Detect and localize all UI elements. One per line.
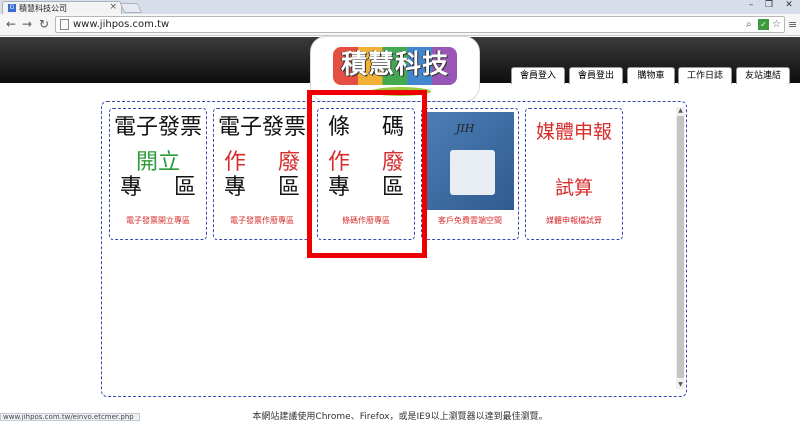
nav-member-logout[interactable]: 會員登出 [569,67,623,84]
bookmark-star-icon[interactable]: ☆ [772,18,781,31]
card-caption[interactable]: 電子發票作廢專區 [214,215,310,226]
card-char: 區 [173,175,196,200]
nav-member-login[interactable]: 會員登入 [511,67,565,84]
card-line: 開立 [135,150,180,175]
card-line: 專 區 [214,175,310,201]
scroll-down-icon[interactable]: ▼ [676,381,685,389]
card-line: 作 廢 [214,150,310,176]
address-bar[interactable]: www.jihpos.com.tw ⌕ ✓ ☆ [55,16,785,33]
card-einvoice-void[interactable]: 電子發票 作 廢 專 區 電子發票作廢專區 [213,108,311,240]
card-caption[interactable]: 客戶免費雲端空間 [422,215,518,226]
new-tab-button[interactable] [119,3,143,13]
browser-menu-icon[interactable]: ≡ [788,18,797,31]
card-char: 廢 [277,150,300,175]
close-window-icon[interactable]: ✕ [780,0,798,10]
highlight-box [307,90,427,258]
tab-close-icon[interactable]: × [109,2,117,12]
scrollbar[interactable]: ▲ ▼ [676,107,685,389]
card-cloud-space[interactable]: JIH 客戶免費雲端空間 [421,108,519,240]
card-line: 媒體申報 [535,121,612,143]
nav-links[interactable]: 友站連結 [736,67,790,84]
cloud-login-thumbnail: JIH [426,112,514,210]
favicon-icon: G [8,4,16,12]
reload-icon[interactable]: ↻ [37,17,51,31]
address-url: www.jihpos.com.tw [73,19,170,30]
card-char: 專 [120,175,143,200]
card-caption[interactable]: 電子發票開立專區 [110,215,206,226]
restore-icon[interactable]: ❐ [760,0,778,10]
card-line: 專 區 [110,175,206,201]
card-media-declaration[interactable]: 媒體申報 試算 媒體申報檔試算 [525,108,623,240]
card-char: 專 [224,175,247,200]
nav-work-log[interactable]: 工作日誌 [678,67,732,84]
card-caption[interactable]: 媒體申報檔試算 [526,215,622,226]
minimize-icon[interactable]: – [742,0,760,10]
thumbnail-login-panel [450,150,495,195]
extension-icon[interactable]: ✓ [758,19,769,30]
page-icon [60,19,69,30]
tab-strip: G 積慧科技公司 × – ❐ ✕ [0,0,800,14]
tab-title: 積慧科技公司 [19,4,67,13]
browser-tab[interactable]: G 積慧科技公司 × [2,1,122,14]
nav-cart[interactable]: 購物車 [627,67,675,84]
search-icon[interactable]: ⌕ [746,18,752,31]
forward-icon[interactable]: → [20,17,34,31]
logo-text: 積慧科技 [340,50,449,80]
card-einvoice-issue[interactable]: 電子發票 開立 專 區 電子發票開立專區 [109,108,207,240]
scroll-up-icon[interactable]: ▲ [676,107,685,115]
status-bar: www.jihpos.com.tw/einvo.etcmer.php [0,413,140,421]
card-char: 區 [277,175,300,200]
card-line: 電子發票 [113,115,202,140]
back-icon[interactable]: ← [4,17,18,31]
thumbnail-brand: JIH [456,122,475,135]
card-line: 電子發票 [217,115,306,140]
card-line: 試算 [554,177,593,199]
card-char: 作 [224,150,247,175]
browser-toolbar: ← → ↻ www.jihpos.com.tw ⌕ ✓ ☆ ≡ [0,14,800,36]
scroll-thumb[interactable] [677,116,684,378]
